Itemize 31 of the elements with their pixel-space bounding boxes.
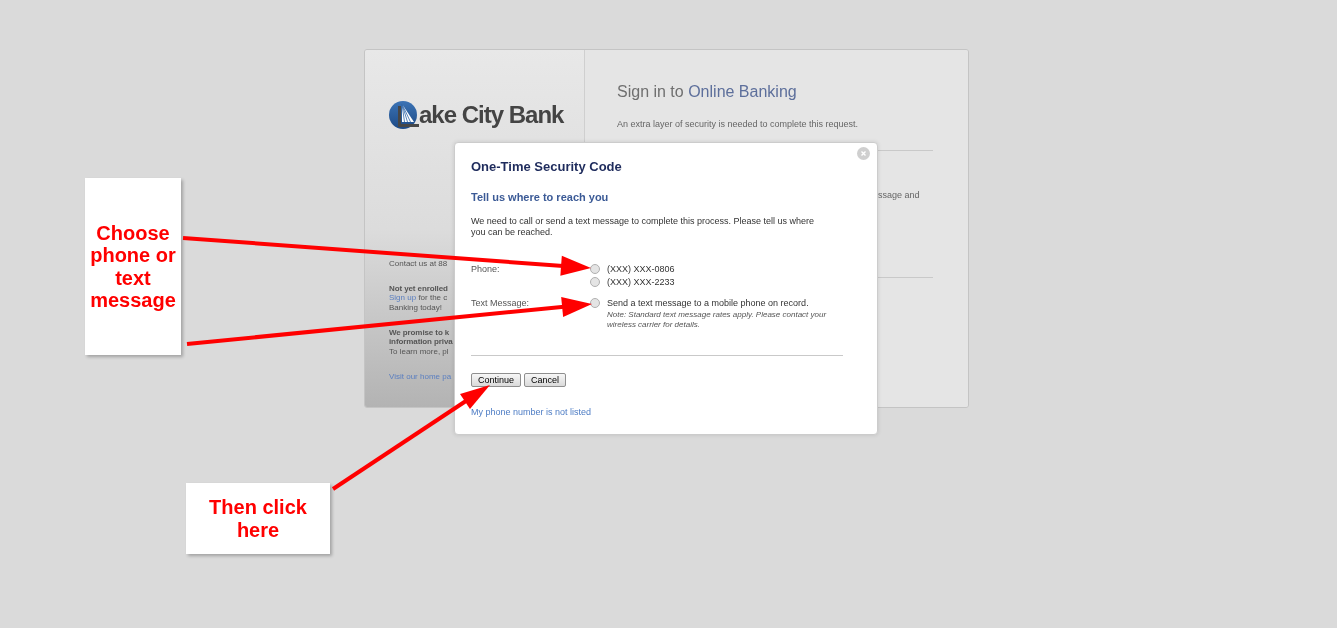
close-icon[interactable] [857, 147, 870, 160]
continue-button[interactable]: Continue [471, 373, 522, 387]
option-note: Note: Standard text message rates apply. Please contact your wireless carrier for details. [607, 309, 828, 330]
dialog-subtitle: Tell us where to reach you [471, 190, 609, 204]
sign-in-heading: Sign in to Online Banking [617, 82, 797, 102]
sidebar-text: Contact us at 88 [389, 258, 448, 268]
sidebar-heading: Not yet enrolled [389, 283, 448, 293]
radio-button[interactable] [590, 277, 600, 287]
security-notice: An extra layer of security is needed to complete this request. [617, 118, 859, 130]
dialog-message: We need to call or send a text message to complete this process. Please tell us where you can be reached. [471, 216, 815, 238]
field-label: Phone: [471, 262, 500, 276]
option-label: (XXX) XXX-0806 [607, 263, 675, 275]
dialog-title: One-Time Security Code [471, 159, 622, 175]
sidebar-text: Sign up for the c [389, 293, 448, 303]
sidebar-text: Banking today! [389, 302, 442, 312]
sail-logo-icon [389, 100, 419, 130]
field-label: Text Message: [471, 296, 530, 310]
radio-button[interactable] [590, 298, 600, 308]
callout-text: Then click here [208, 496, 308, 541]
logo-text: ake City Bank [419, 100, 564, 130]
sidebar-heading: We promise to k [389, 327, 450, 337]
option-label: Send a text message to a mobile phone on record. [607, 297, 809, 309]
sign-up-link[interactable]: Sign up [389, 293, 417, 302]
sidebar-text: To learn more, pl [389, 346, 449, 356]
callout-text: Choose phone or text message [89, 221, 177, 312]
radio-button[interactable] [590, 264, 600, 274]
partial-text: ssage and [878, 190, 920, 201]
phone-not-listed-link[interactable]: My phone number is not listed [471, 406, 592, 418]
cancel-button[interactable]: Cancel [524, 373, 567, 387]
sidebar-heading: information priva [389, 337, 453, 347]
option-label: (XXX) XXX-2233 [607, 276, 675, 288]
